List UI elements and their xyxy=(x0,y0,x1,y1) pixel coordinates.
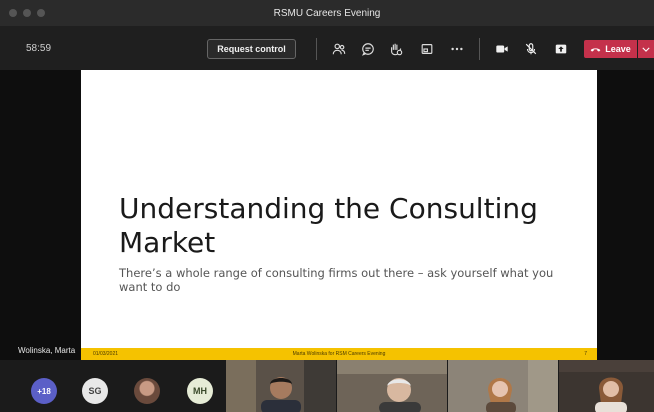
window-title: RSMU Careers Evening xyxy=(273,7,381,19)
people-icon[interactable] xyxy=(329,39,349,59)
participant-video[interactable] xyxy=(226,360,336,412)
phone-hangup-icon xyxy=(590,47,601,52)
rooms-icon[interactable] xyxy=(417,39,437,59)
shared-content-stage: Understanding the Consulting Market Ther… xyxy=(0,70,654,360)
chat-icon[interactable] xyxy=(358,39,378,59)
close-window-button[interactable] xyxy=(9,9,17,17)
chevron-down-icon xyxy=(642,47,650,52)
more-icon[interactable] xyxy=(447,39,467,59)
share-icon[interactable] xyxy=(551,39,571,59)
toolbar-divider xyxy=(479,38,480,60)
presentation-slide[interactable]: Understanding the Consulting Market Ther… xyxy=(81,70,597,360)
meeting-timer: 58:59 xyxy=(26,43,52,54)
reactions-icon[interactable] xyxy=(386,39,406,59)
request-control-button[interactable]: Request control xyxy=(207,39,296,59)
meeting-toolbar: 58:59 Request control Leave xyxy=(0,26,654,70)
participant-video[interactable] xyxy=(337,360,447,412)
participant-video[interactable] xyxy=(559,360,654,412)
participant-gallery: +18 SG MH xyxy=(0,360,654,412)
slide-title: Understanding the Consulting Market xyxy=(119,192,538,259)
teams-meeting-window: RSMU Careers Evening 58:59 Request contr… xyxy=(0,0,654,412)
participant-avatar-photo[interactable] xyxy=(134,378,160,404)
more-participants-button[interactable]: +18 xyxy=(31,378,57,404)
slide-footer: 01/03/2021 Marta Wolinska for RSM Career… xyxy=(81,348,597,360)
leave-label: Leave xyxy=(605,44,631,54)
slide-footer-text: Marta Wolinska for RSM Careers Evening xyxy=(292,351,386,357)
participant-avatar[interactable]: SG xyxy=(82,378,108,404)
camera-icon[interactable] xyxy=(492,39,512,59)
toolbar-divider xyxy=(316,38,317,60)
participant-avatar[interactable]: MH xyxy=(187,378,213,404)
title-bar: RSMU Careers Evening xyxy=(0,0,654,26)
leave-options-button[interactable] xyxy=(638,40,654,58)
window-controls xyxy=(9,9,45,17)
leave-button[interactable]: Leave xyxy=(584,40,637,58)
slide-subtitle: There’s a whole range of consulting firm… xyxy=(119,266,554,294)
minimize-window-button[interactable] xyxy=(23,9,31,17)
presenter-name: Wolinska, Marta xyxy=(18,346,76,355)
mic-off-icon[interactable] xyxy=(521,39,541,59)
participant-video[interactable] xyxy=(448,360,558,412)
slide-page-number: 7 xyxy=(584,351,587,357)
maximize-window-button[interactable] xyxy=(37,9,45,17)
